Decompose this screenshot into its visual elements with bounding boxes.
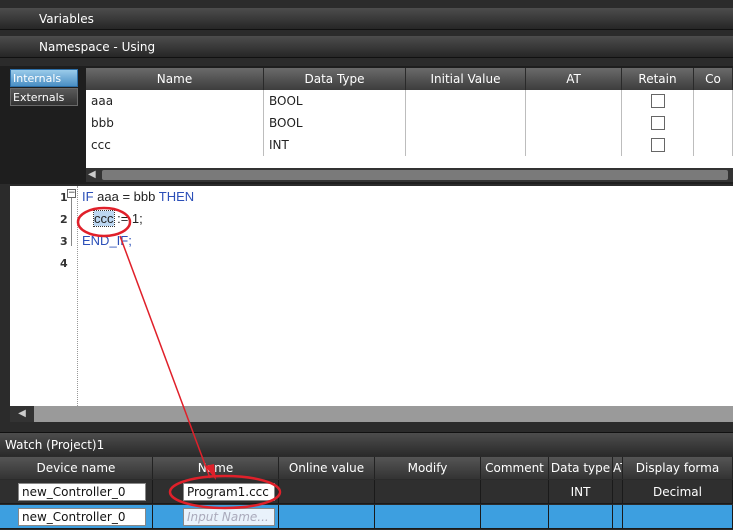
retain-checkbox[interactable] (651, 138, 665, 152)
var-at-cell[interactable] (526, 112, 622, 134)
variables-title-label: Variables (39, 12, 94, 26)
variables-panel-title[interactable]: Variables (0, 8, 733, 30)
table-row[interactable]: aaa BOOL (86, 90, 733, 112)
var-initial-cell[interactable] (406, 90, 526, 112)
display-format-cell[interactable] (623, 505, 733, 529)
column-header-device-name[interactable]: Device name (0, 457, 153, 479)
tab-internals[interactable]: Internals (10, 69, 78, 87)
var-initial-cell[interactable] (406, 134, 526, 156)
display-format-cell[interactable]: Decimal (623, 480, 733, 504)
variable-table-header: Name Data Type Initial Value AT Retain C… (86, 68, 733, 90)
column-header-name[interactable]: Name (86, 68, 264, 90)
column-header-initial-value[interactable]: Initial Value (406, 68, 526, 90)
var-name-cell[interactable]: ccc (86, 134, 264, 156)
retain-checkbox[interactable] (651, 116, 665, 130)
var-comment-cell[interactable] (694, 90, 733, 112)
var-retain-cell (622, 112, 694, 134)
code-line-2[interactable]: ccc := 1; (93, 210, 143, 227)
code-line-3[interactable]: END_IF; (82, 233, 132, 248)
keyword-end-if: END_IF; (82, 233, 132, 248)
var-type-cell[interactable]: BOOL (264, 90, 406, 112)
line-number: 3 (60, 235, 68, 248)
line-number: 4 (60, 257, 68, 270)
var-at-cell[interactable] (526, 90, 622, 112)
watch-row[interactable]: new_Controller_0 Program1.ccc INT Decima… (0, 480, 733, 504)
namespace-panel-title[interactable]: Namespace - Using (0, 36, 733, 58)
online-value-cell (279, 480, 375, 504)
fold-guide-line (71, 198, 72, 246)
scroll-left-icon[interactable]: ◀ (10, 406, 34, 422)
code-line-1[interactable]: IF aaa = bbb THEN (82, 189, 194, 204)
assignment-text: := 1; (113, 211, 143, 226)
tab-externals[interactable]: Externals (10, 88, 78, 106)
at-cell (613, 480, 623, 504)
keyword-then: THEN (158, 189, 195, 204)
column-header-modify[interactable]: Modify (375, 457, 481, 479)
device-cell[interactable]: new_Controller_0 (0, 480, 153, 504)
online-value-cell (279, 505, 375, 529)
table-row[interactable]: ccc INT (86, 134, 733, 156)
scroll-left-icon[interactable]: ◀ (88, 169, 96, 180)
var-comment-cell[interactable] (694, 134, 733, 156)
at-cell (613, 505, 623, 529)
name-cell[interactable]: Program1.ccc (153, 480, 279, 504)
watch-row-new[interactable]: new_Controller_0 Input Name... (0, 505, 733, 529)
variable-table-scrollbar[interactable]: ◀ (86, 168, 733, 182)
input-name-field[interactable]: Input Name... (183, 508, 275, 526)
var-name-cell[interactable]: aaa (86, 90, 264, 112)
column-header-comment[interactable]: Comment (481, 457, 549, 479)
column-header-comment[interactable]: Co (694, 68, 733, 90)
condition-text: aaa = bbb (93, 189, 159, 204)
table-row[interactable]: bbb BOOL (86, 112, 733, 134)
var-retain-cell (622, 90, 694, 112)
column-header-at[interactable]: AT (526, 68, 622, 90)
editor-scrollbar[interactable]: ◀ (10, 406, 733, 422)
namespace-title-label: Namespace - Using (39, 40, 156, 54)
fold-collapse-icon[interactable]: − (67, 189, 76, 198)
var-retain-cell (622, 134, 694, 156)
var-name-cell[interactable]: bbb (86, 112, 264, 134)
watch-variable-name[interactable]: Program1.ccc (183, 483, 275, 501)
scrollbar-thumb[interactable] (102, 170, 728, 180)
retain-checkbox[interactable] (651, 94, 665, 108)
st-code-editor[interactable]: 1 2 3 4 − IF aaa = bbb THEN ccc := 1; EN… (10, 186, 733, 422)
line-number: 2 (60, 213, 68, 226)
column-header-data-type[interactable]: Data type (549, 457, 613, 479)
modify-cell[interactable] (375, 480, 481, 504)
var-initial-cell[interactable] (406, 112, 526, 134)
column-header-name[interactable]: Name (153, 457, 279, 479)
var-at-cell[interactable] (526, 134, 622, 156)
line-number-gutter: 1 2 3 4 − (10, 186, 78, 406)
data-type-cell (549, 505, 613, 529)
comment-cell[interactable] (481, 505, 549, 529)
column-header-retain[interactable]: Retain (622, 68, 694, 90)
var-type-cell[interactable]: INT (264, 134, 406, 156)
name-cell[interactable]: Input Name... (153, 505, 279, 529)
var-type-cell[interactable]: BOOL (264, 112, 406, 134)
variable-table: Name Data Type Initial Value AT Retain C… (86, 68, 733, 182)
comment-cell[interactable] (481, 480, 549, 504)
column-header-online-value[interactable]: Online value (279, 457, 375, 479)
device-cell[interactable]: new_Controller_0 (0, 505, 153, 529)
watch-table-header: Device name Name Online value Modify Com… (0, 457, 733, 479)
column-header-data-type[interactable]: Data Type (264, 68, 406, 90)
variable-tabs: Internals Externals (10, 69, 78, 107)
selected-variable-ccc[interactable]: ccc (93, 210, 115, 227)
variable-table-area: Internals Externals Name Data Type Initi… (0, 66, 733, 184)
keyword-if: IF (82, 189, 94, 204)
modify-cell[interactable] (375, 505, 481, 529)
var-comment-cell[interactable] (694, 112, 733, 134)
data-type-cell: INT (549, 480, 613, 504)
column-header-at[interactable]: AT (613, 457, 623, 479)
device-name-value[interactable]: new_Controller_0 (18, 483, 146, 501)
column-header-display-format[interactable]: Display forma (623, 457, 733, 479)
watch-window-title[interactable]: Watch (Project)1 (0, 432, 733, 456)
device-name-value[interactable]: new_Controller_0 (18, 508, 146, 526)
